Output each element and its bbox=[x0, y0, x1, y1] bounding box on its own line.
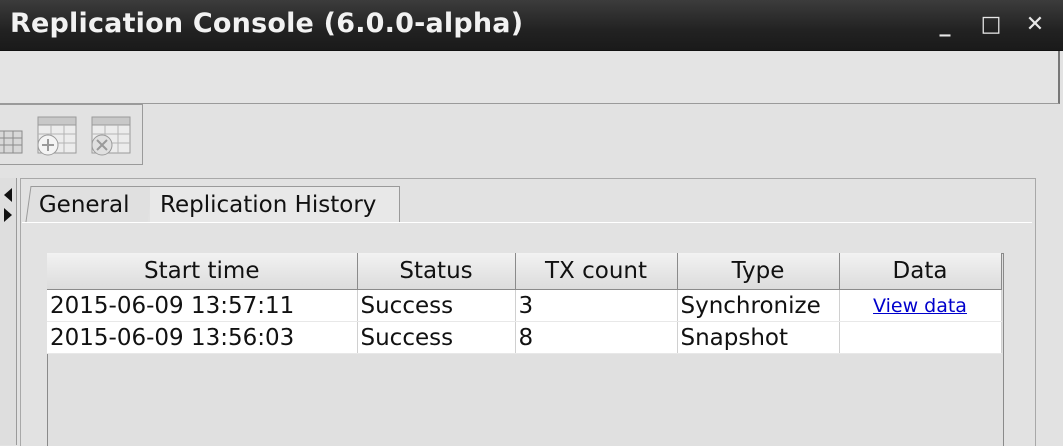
close-button[interactable]: ✕ bbox=[1020, 10, 1050, 40]
tab-history-label: Replication History bbox=[160, 192, 377, 218]
view-data-link[interactable]: View data bbox=[843, 295, 998, 317]
tab-replication-history[interactable]: Replication History bbox=[150, 186, 400, 222]
cell-data bbox=[839, 321, 1002, 354]
menu-bar bbox=[0, 51, 1060, 104]
cell-tx-count: 8 bbox=[515, 321, 678, 354]
cell-type: Snapshot bbox=[677, 321, 840, 354]
cell-status: Success bbox=[357, 321, 516, 354]
column-header-data[interactable]: Data bbox=[839, 253, 1002, 290]
cell-status: Success bbox=[357, 289, 516, 322]
table-header-row: Start time Status TX count Type Data bbox=[47, 253, 1002, 290]
column-header-type[interactable]: Type bbox=[677, 253, 840, 290]
collapse-arrows-icon[interactable] bbox=[0, 184, 16, 244]
cell-type: Synchronize bbox=[677, 289, 840, 322]
table-row[interactable]: 2015-06-09 13:57:11 Success 3 Synchroniz… bbox=[47, 289, 1002, 322]
minimize-button[interactable]: _ bbox=[930, 10, 960, 40]
replication-history-table: Start time Status TX count Type Data 201… bbox=[47, 253, 1002, 354]
cell-start-time: 2015-06-09 13:57:11 bbox=[47, 289, 358, 322]
tab-general-label: General bbox=[38, 192, 130, 218]
column-header-start-time[interactable]: Start time bbox=[47, 253, 358, 290]
tab-general[interactable]: General bbox=[25, 186, 153, 222]
split-pane-divider[interactable] bbox=[0, 178, 17, 445]
cell-data: View data bbox=[839, 289, 1002, 322]
cell-tx-count: 3 bbox=[515, 289, 678, 322]
window-titlebar[interactable]: Replication Console (6.0.0-alpha) _ □ ✕ bbox=[0, 0, 1063, 51]
remove-table-icon[interactable] bbox=[88, 113, 134, 159]
window-title: Replication Console (6.0.0-alpha) bbox=[10, 8, 524, 39]
column-header-tx-count[interactable]: TX count bbox=[515, 253, 678, 290]
maximize-button[interactable]: □ bbox=[976, 10, 1006, 40]
add-table-icon[interactable] bbox=[34, 113, 80, 159]
open-table-icon[interactable] bbox=[0, 113, 28, 159]
cell-start-time: 2015-06-09 13:56:03 bbox=[47, 321, 358, 354]
column-header-status[interactable]: Status bbox=[357, 253, 516, 290]
table-row[interactable]: 2015-06-09 13:56:03 Success 8 Snapshot bbox=[47, 321, 1002, 354]
toolbar bbox=[0, 104, 143, 165]
